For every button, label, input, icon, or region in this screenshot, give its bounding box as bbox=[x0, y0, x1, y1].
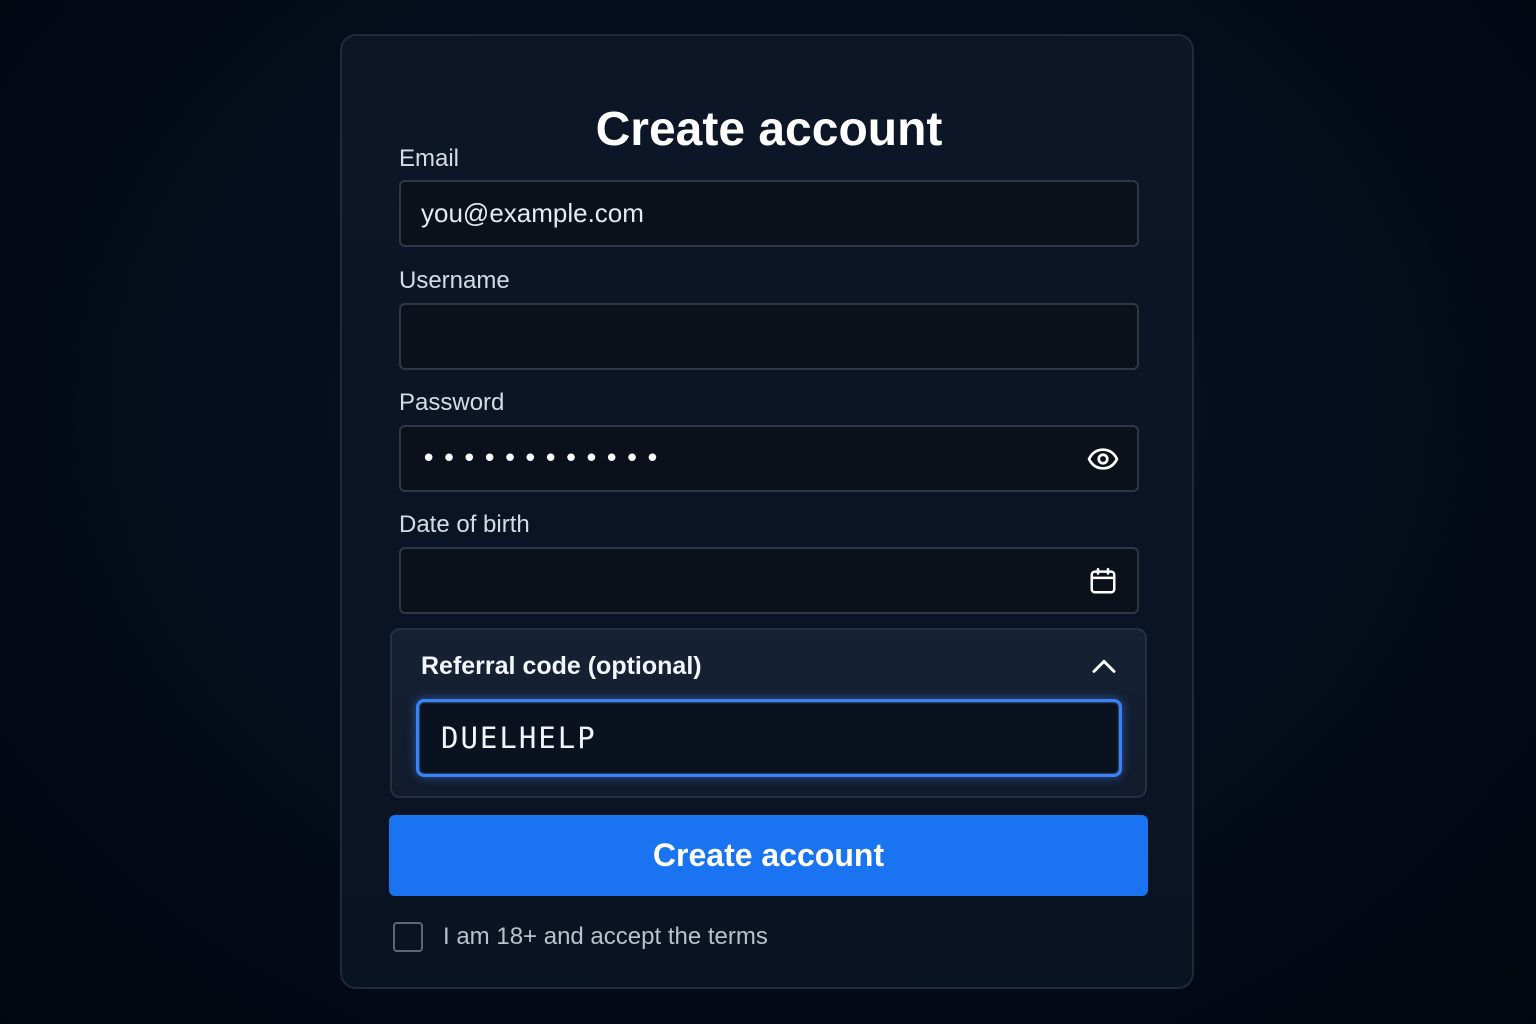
password-label: Password bbox=[399, 389, 505, 416]
email-label: Email bbox=[399, 145, 460, 172]
calendar-icon[interactable] bbox=[1085, 563, 1121, 599]
eye-icon[interactable] bbox=[1085, 441, 1121, 477]
chevron-up-icon[interactable] bbox=[1089, 652, 1119, 682]
email-field-box bbox=[399, 180, 1139, 247]
referral-field-box bbox=[416, 699, 1122, 777]
username-field-box bbox=[399, 303, 1139, 370]
terms-checkbox[interactable] bbox=[393, 922, 423, 952]
referral-panel: Referral code (optional) bbox=[390, 628, 1147, 798]
password-masked-value: •••••••••••• bbox=[421, 443, 666, 474]
terms-label: I am 18+ and accept the terms bbox=[443, 923, 768, 950]
referral-title: Referral code (optional) bbox=[421, 652, 702, 680]
page-title: Create account bbox=[595, 103, 943, 156]
username-input[interactable] bbox=[401, 305, 1061, 368]
dob-label: Date of birth bbox=[399, 511, 530, 538]
referral-toggle[interactable]: Referral code (optional) bbox=[392, 630, 1145, 700]
username-label: Username bbox=[399, 267, 510, 294]
password-input[interactable]: •••••••••••• bbox=[399, 425, 1139, 492]
email-input[interactable] bbox=[401, 182, 1061, 245]
create-account-button[interactable]: Create account bbox=[389, 815, 1148, 896]
terms-row: I am 18+ and accept the terms bbox=[393, 920, 768, 954]
dob-input[interactable] bbox=[401, 549, 1061, 612]
signup-card: Create account Email Username Password •… bbox=[340, 34, 1194, 989]
referral-code-input[interactable] bbox=[419, 701, 1103, 775]
dob-field-box bbox=[399, 547, 1139, 614]
